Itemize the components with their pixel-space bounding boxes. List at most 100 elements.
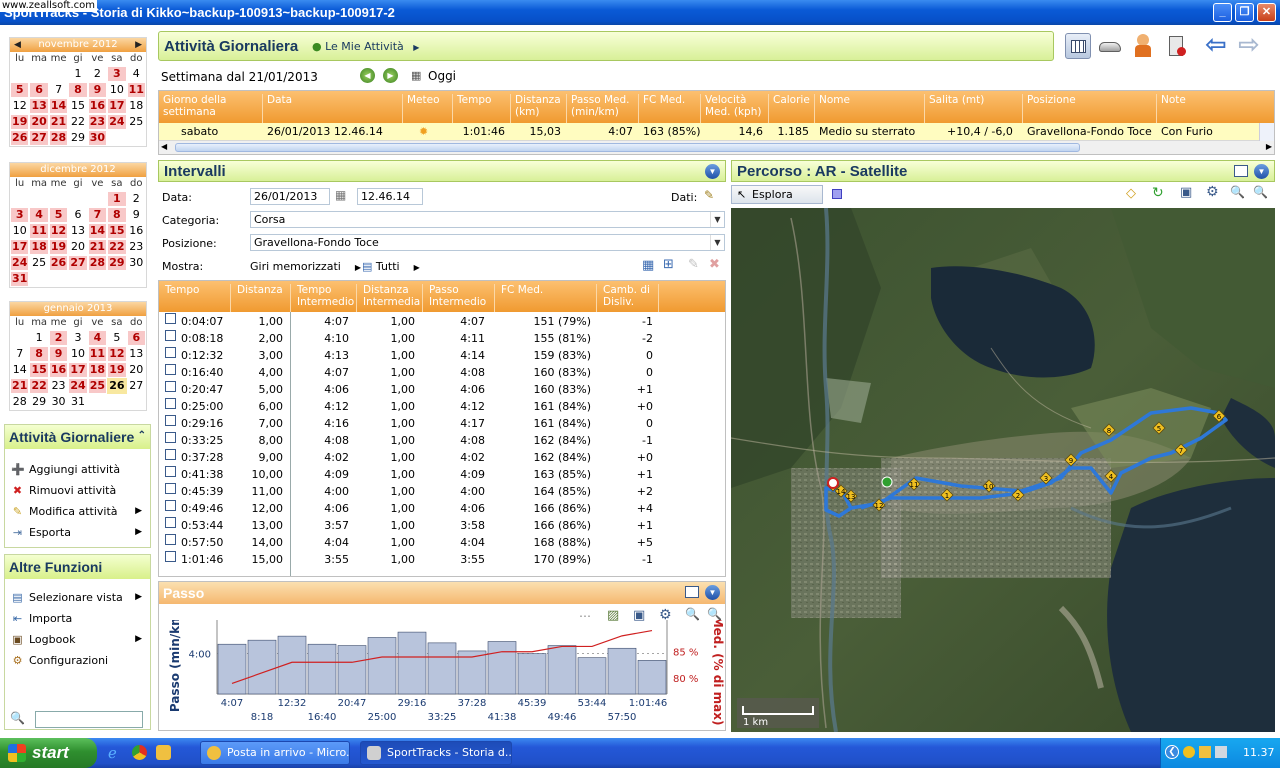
layout-icon[interactable] xyxy=(685,586,699,598)
table-row[interactable]: 0:16:40 4,00 4:07 1,00 4:08 160 (83%) 0 xyxy=(159,364,725,381)
calendar-day[interactable]: 23 xyxy=(127,239,146,255)
select-view-item[interactable]: ▤ Selezionare vista ▶ xyxy=(5,587,150,608)
calendar-day[interactable]: 5 xyxy=(49,208,68,222)
table-row[interactable]: 1:01:46 15,00 3:55 1,00 3:55 170 (89%) -1 xyxy=(159,551,725,568)
row-checkbox[interactable] xyxy=(165,364,176,375)
calendar-day[interactable]: 9 xyxy=(49,347,68,361)
calendar-day[interactable]: 14 xyxy=(49,99,68,113)
calendar-day[interactable]: 2 xyxy=(127,191,146,207)
row-checkbox[interactable] xyxy=(165,347,176,358)
scroll-left-icon[interactable]: ◀ xyxy=(161,142,167,151)
calendar-day[interactable]: 20 xyxy=(68,239,87,255)
horizontal-scrollbar[interactable]: ◀ ▶ xyxy=(159,140,1274,154)
calendar-day[interactable]: 13 xyxy=(68,223,87,239)
maximize-button[interactable]: ❐ xyxy=(1235,3,1254,22)
calendar-day[interactable]: 28 xyxy=(49,131,68,145)
row-checkbox[interactable] xyxy=(165,381,176,392)
row-checkbox[interactable] xyxy=(165,313,176,324)
next-week-button[interactable]: ▶ xyxy=(383,68,398,83)
calendar-day[interactable]: 6 xyxy=(127,331,145,345)
calendar-day[interactable]: 8 xyxy=(69,83,87,97)
calendar-day[interactable]: 19 xyxy=(11,115,29,129)
row-checkbox[interactable] xyxy=(165,466,176,477)
calendar-day[interactable]: 30 xyxy=(127,255,146,271)
calendar-day[interactable]: 11 xyxy=(88,347,107,361)
calendar-day[interactable]: 28 xyxy=(10,394,29,410)
calendar-day[interactable]: 2 xyxy=(49,331,68,345)
chrome-icon[interactable] xyxy=(132,745,147,760)
calendar-day[interactable]: 21 xyxy=(49,115,68,129)
calendar-day[interactable]: 27 xyxy=(69,256,87,270)
remove-activity-item[interactable]: ✖ Rimuovi attività xyxy=(5,480,150,501)
calendar-day[interactable]: 29 xyxy=(108,256,126,270)
calendar-day[interactable]: 16 xyxy=(49,363,68,377)
calendar-day[interactable]: 26 xyxy=(107,378,127,394)
table-row[interactable]: 0:29:16 7,00 4:16 1,00 4:17 161 (84%) 0 xyxy=(159,415,725,432)
table-row[interactable]: 0:25:00 6,00 4:12 1,00 4:12 161 (84%) +0 xyxy=(159,398,725,415)
calendar-day[interactable]: 7 xyxy=(88,208,107,222)
panel-menu-icon[interactable]: ▼ xyxy=(1254,164,1269,179)
calendar-day[interactable]: 25 xyxy=(29,255,48,271)
calendar-day[interactable]: 3 xyxy=(68,330,87,346)
route-start-marker[interactable] xyxy=(881,476,893,488)
equipment-icon[interactable] xyxy=(1163,33,1189,59)
calendar-day[interactable]: 6 xyxy=(68,207,87,223)
map-canvas[interactable]: 123456789101112131415 1 km xyxy=(731,208,1275,732)
zoom-out-icon[interactable]: 🔍 xyxy=(685,607,700,621)
calendar-day[interactable]: 17 xyxy=(69,363,87,377)
column-header[interactable]: Note xyxy=(1161,94,1274,123)
column-header[interactable]: Tempo Intermedio xyxy=(297,284,357,312)
calendar-day[interactable]: 29 xyxy=(68,130,87,146)
forward-arrow-icon[interactable]: ⇨ xyxy=(1238,32,1264,59)
column-header[interactable]: Data xyxy=(267,94,403,123)
calendar-day[interactable]: 10 xyxy=(107,82,126,98)
calendar-day[interactable]: 24 xyxy=(69,379,87,393)
calendar-day[interactable]: 10 xyxy=(10,223,29,239)
prev-week-button[interactable]: ◀ xyxy=(360,68,375,83)
select-area-icon[interactable] xyxy=(832,189,842,199)
calendar-day[interactable]: 12 xyxy=(49,224,68,238)
show-select[interactable]: Giri memorizzati ▶ xyxy=(250,260,361,273)
tray-mail-icon[interactable] xyxy=(1199,746,1211,758)
chevron-down-icon[interactable]: ▼ xyxy=(710,212,724,227)
calendar-day[interactable]: 20 xyxy=(30,115,48,129)
zoom-out-icon[interactable]: 🔍 xyxy=(1230,185,1245,199)
calendar-day[interactable]: 25 xyxy=(127,114,146,130)
calendar-day[interactable]: 4 xyxy=(30,208,48,222)
breadcrumb[interactable]: ● Le Mie Attività ▶ xyxy=(312,40,419,53)
prev-month-icon[interactable]: ◀ xyxy=(14,38,21,52)
athlete-icon[interactable] xyxy=(1130,33,1156,59)
next-month-icon[interactable]: ▶ xyxy=(135,38,142,52)
calendar-day[interactable]: 14 xyxy=(88,224,107,238)
ie-icon[interactable]: ℯ xyxy=(108,744,117,762)
explore-button[interactable]: ↖ Esplora xyxy=(731,185,823,204)
route-end-marker[interactable] xyxy=(827,477,839,489)
settings-item[interactable]: ⚙ Configurazioni xyxy=(5,650,150,671)
calendar-day[interactable]: 28 xyxy=(88,256,107,270)
panel-menu-icon[interactable]: ▼ xyxy=(705,164,720,179)
calendar-day[interactable]: 7 xyxy=(10,346,29,362)
column-header[interactable]: Distanza xyxy=(237,284,291,312)
marker-icon[interactable]: ◇ xyxy=(1126,186,1136,201)
table-row[interactable]: 0:41:38 10,00 4:09 1,00 4:09 163 (85%) +1 xyxy=(159,466,725,483)
edit-lap-icon[interactable]: ✎ xyxy=(688,257,699,272)
panel-menu-icon[interactable]: ▼ xyxy=(705,585,720,600)
calendar-day[interactable]: 13 xyxy=(127,346,146,362)
column-header[interactable]: Distanza Intermedia xyxy=(363,284,423,312)
row-checkbox[interactable] xyxy=(165,517,176,528)
calendar-day[interactable]: 12 xyxy=(10,98,29,114)
calendar-day[interactable]: 20 xyxy=(127,362,146,378)
calendar-day[interactable]: 27 xyxy=(30,131,48,145)
row-checkbox[interactable] xyxy=(165,330,176,341)
calendar-day[interactable]: 19 xyxy=(49,240,68,254)
calendar-day[interactable]: 3 xyxy=(108,67,126,81)
row-checkbox[interactable] xyxy=(165,551,176,562)
calendar-day[interactable]: 21 xyxy=(88,240,107,254)
calendar-day[interactable]: 13 xyxy=(30,99,48,113)
logbook-item[interactable]: ▣ Logbook ▶ xyxy=(5,629,150,650)
tray-app-icon[interactable] xyxy=(1183,746,1195,758)
close-button[interactable]: ✕ xyxy=(1257,3,1276,22)
time-field[interactable]: 12.46.14 xyxy=(357,188,423,205)
table-row[interactable]: 0:53:44 13,00 3:57 1,00 3:58 166 (86%) +1 xyxy=(159,517,725,534)
calendar-day[interactable]: 24 xyxy=(108,115,126,129)
